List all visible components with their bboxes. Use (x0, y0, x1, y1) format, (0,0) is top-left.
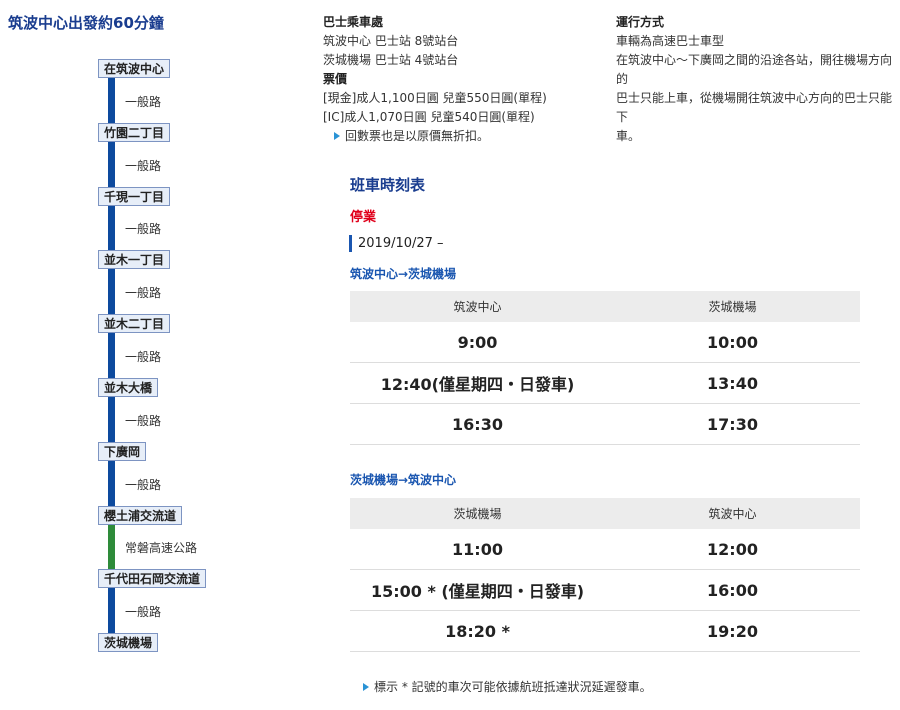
status-badge: 停業 (350, 210, 377, 225)
timetable-title: 班車時刻表 (350, 176, 426, 194)
departure-time: 16:30 (350, 403, 605, 445)
boarding-line: 茨城機場 巴士站 4號站台 (323, 53, 459, 67)
table-row: 11:00 12:00 (350, 529, 860, 570)
operation-heading: 運行方式 (616, 15, 665, 29)
route-diagram: 一般路 在筑波中心 一般路 竹園二丁目 一般路 千現一丁目 一般路 並木一丁目 一般路 並木二丁目… (0, 0, 300, 710)
route-stop: 櫻土浦交流道 (98, 506, 183, 525)
operation-line: 車。 (616, 129, 641, 143)
direction-label-outbound: 筑波中心→茨城機場 (350, 267, 457, 281)
route-segment-local (108, 397, 115, 442)
operation-line: 在筑波中心〜下廣岡之間的沿途各站，開往機場方向的 (616, 53, 893, 86)
table-row: 16:30 17:30 (350, 403, 860, 445)
route-segment-label: 一般路 (125, 478, 162, 492)
timetable-date: 2019/10/27 – (349, 235, 444, 252)
table-row: 9:00 10:00 (350, 322, 860, 363)
route-stop: 竹園二丁目 (98, 123, 171, 142)
table-header-row: 筑波中心 茨城機場 (350, 291, 860, 322)
timetable-outbound: 筑波中心 茨城機場 9:00 10:00 12:40(僅星期四・日發車) 13:… (350, 291, 860, 445)
operation-line: 車輛為高速巴士車型 (616, 34, 725, 48)
direction-label-return: 茨城機場→筑波中心 (350, 473, 457, 487)
route-segment-local (108, 269, 115, 314)
boarding-fare-info: 巴士乘車處 筑波中心 巴士站 8號站台 茨城機場 巴士站 4號站台 票價 [現金… (323, 13, 593, 146)
route-segment-label: 一般路 (125, 605, 162, 619)
operation-line: 巴士只能上車，從機場開往筑波中心方向的巴士只能下 (616, 91, 893, 124)
arrival-time: 10:00 (605, 322, 860, 363)
footnote-text: 標示 * 記號的車次可能依據航班抵達狀況延遲發車。 (374, 680, 652, 694)
column-header: 茨城機場 (350, 498, 605, 529)
route-segment-local (108, 142, 115, 187)
column-header: 筑波中心 (605, 498, 860, 529)
operation-info: 運行方式 車輛為高速巴士車型 在筑波中心〜下廣岡之間的沿途各站，開往機場方向的 … (616, 13, 900, 146)
arrival-time: 19:20 (605, 610, 860, 652)
route-segment-local (108, 78, 115, 123)
route-stop: 並木二丁目 (98, 314, 171, 333)
arrival-time: 16:00 (605, 569, 860, 611)
route-segment-label: 一般路 (125, 159, 162, 173)
route-stop: 千現一丁目 (98, 187, 171, 206)
route-stop: 茨城機場 (98, 633, 159, 652)
fare-note-text: 回數票也是以原價無折扣。 (345, 129, 490, 143)
fare-line: [IC]成人1,070日圓 兒童540日圓(單程) (323, 110, 535, 124)
timetable-return: 茨城機場 筑波中心 11:00 12:00 15:00 * (僅星期四・日發車)… (350, 498, 860, 652)
departure-time: 15:00 * (僅星期四・日發車) (350, 569, 605, 611)
route-stop: 千代田石岡交流道 (98, 569, 207, 588)
route-segment-highway (108, 525, 115, 569)
footnote: 標示 * 記號的車次可能依據航班抵達狀況延遲發車。 (360, 678, 652, 695)
boarding-heading: 巴士乘車處 (323, 15, 384, 29)
route-segment-label: 常磐高速公路 (125, 541, 198, 555)
table-header-row: 茨城機場 筑波中心 (350, 498, 860, 529)
column-header: 茨城機場 (605, 291, 860, 322)
route-segment-local (108, 333, 115, 378)
route-stop: 在筑波中心 (98, 59, 171, 78)
fare-note: 回數票也是以原價無折扣。 (331, 127, 593, 146)
fare-line: [現金]成人1,100日圓 兒童550日圓(單程) (323, 91, 547, 105)
arrival-time: 13:40 (605, 362, 860, 404)
route-segment-local (108, 206, 115, 250)
route-segment-label: 一般路 (125, 222, 162, 236)
route-segment-local (108, 461, 115, 506)
route-stop: 下廣岡 (98, 442, 147, 461)
table-row: 12:40(僅星期四・日發車) 13:40 (350, 362, 860, 404)
fare-heading: 票價 (323, 72, 348, 86)
table-row: 18:20 * 19:20 (350, 610, 860, 652)
route-segment-label: 一般路 (125, 95, 162, 109)
departure-time: 9:00 (350, 322, 605, 363)
departure-time: 12:40(僅星期四・日發車) (350, 362, 605, 404)
table-row: 15:00 * (僅星期四・日發車) 16:00 (350, 569, 860, 611)
column-header: 筑波中心 (350, 291, 605, 322)
arrival-time: 12:00 (605, 529, 860, 570)
boarding-line: 筑波中心 巴士站 8號站台 (323, 34, 459, 48)
route-segment-local (108, 588, 115, 633)
route-stop: 並木大橋 (98, 378, 159, 397)
departure-time: 18:20 * (350, 610, 605, 652)
route-segment-label: 一般路 (125, 350, 162, 364)
route-segment-label: 一般路 (125, 286, 162, 300)
arrival-time: 17:30 (605, 403, 860, 445)
route-segment-label: 一般路 (125, 414, 162, 428)
route-stop: 並木一丁目 (98, 250, 171, 269)
departure-time: 11:00 (350, 529, 605, 570)
